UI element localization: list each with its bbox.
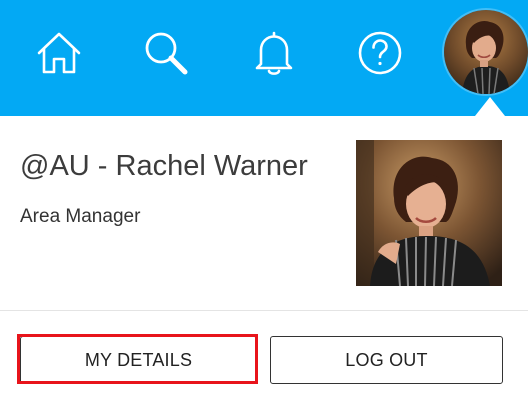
help-icon[interactable] bbox=[355, 28, 405, 78]
section-divider bbox=[0, 310, 528, 311]
profile-name: @AU - Rachel Warner bbox=[20, 150, 308, 182]
top-navigation-bar bbox=[0, 0, 528, 116]
profile-role: Area Manager bbox=[20, 206, 141, 227]
my-details-button[interactable]: MY DETAILS bbox=[20, 336, 257, 384]
profile-dropdown-screen: @AU - Rachel Warner Area Manager MY DETA… bbox=[0, 0, 528, 394]
user-avatar[interactable] bbox=[444, 10, 528, 94]
profile-photo bbox=[356, 140, 502, 286]
home-icon[interactable] bbox=[34, 28, 84, 78]
log-out-button[interactable]: LOG OUT bbox=[270, 336, 503, 384]
search-icon[interactable] bbox=[141, 28, 191, 78]
bell-icon[interactable] bbox=[249, 28, 299, 78]
dropdown-caret bbox=[475, 97, 505, 116]
